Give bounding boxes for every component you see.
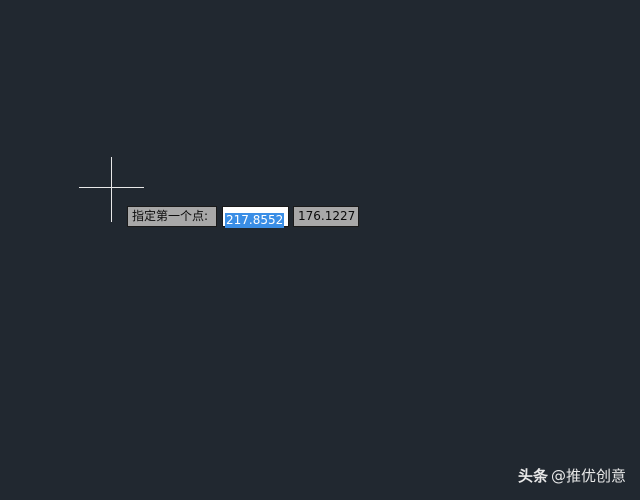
watermark-handle: @推优创意 bbox=[550, 467, 626, 485]
crosshair-vertical-line bbox=[111, 157, 112, 222]
drawing-canvas[interactable]: 指定第一个点: 217.8552 176.1227 头条 @推优创意 bbox=[0, 0, 640, 500]
x-coordinate-value: 217.8552 bbox=[225, 213, 285, 228]
y-coordinate-input[interactable]: 176.1227 bbox=[293, 206, 359, 227]
x-coordinate-input[interactable]: 217.8552 bbox=[222, 206, 289, 228]
dynamic-input-prompt: 指定第一个点: bbox=[127, 206, 217, 227]
watermark: 头条 @推优创意 bbox=[518, 465, 626, 486]
watermark-brand: 头条 bbox=[517, 467, 548, 485]
